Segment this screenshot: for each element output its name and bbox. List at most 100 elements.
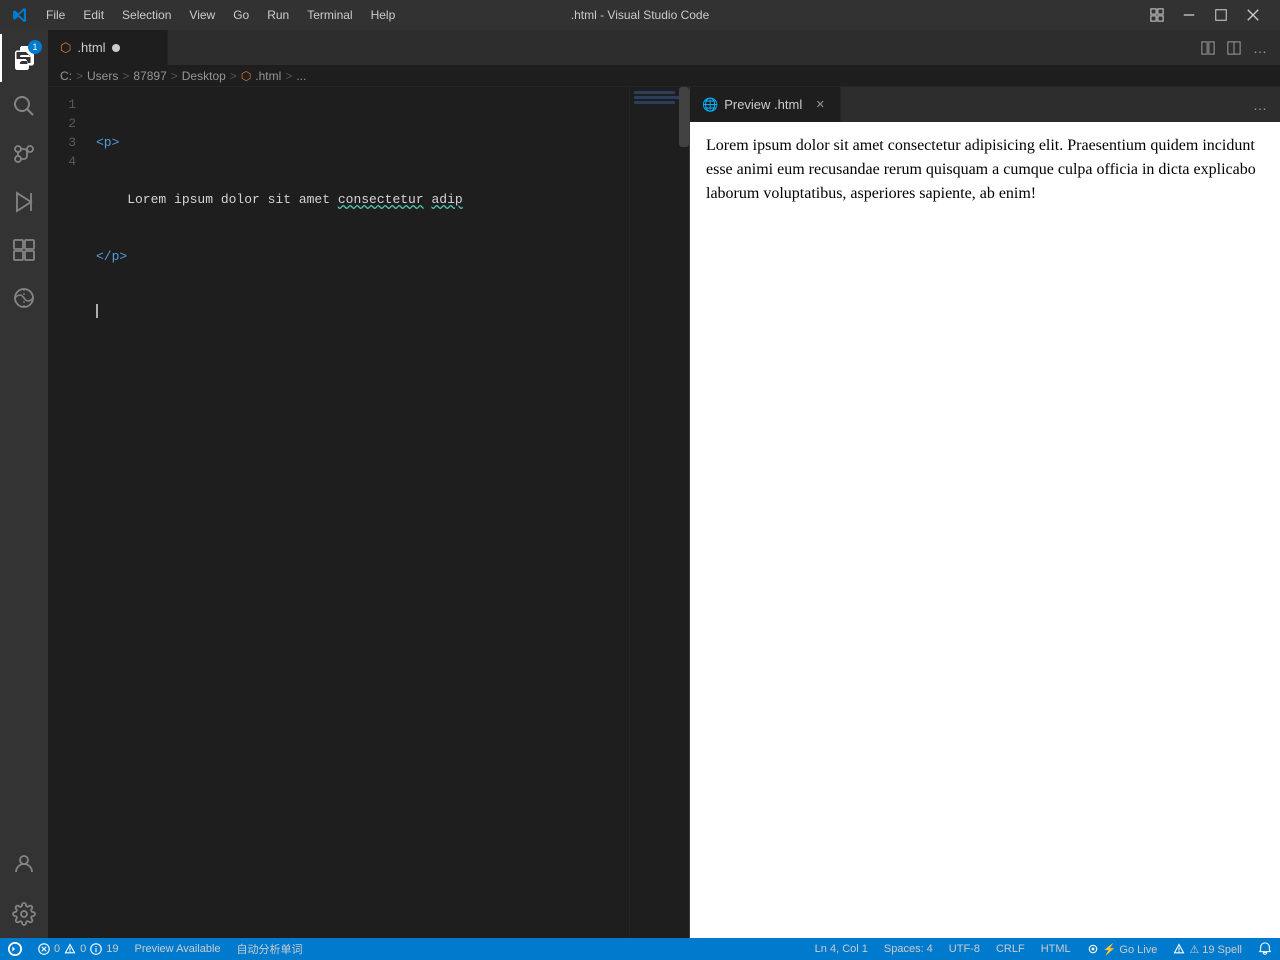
status-auto-analysis[interactable]: 自动分析单词 — [229, 938, 311, 960]
code-line-2: Lorem ipsum dolor sit amet consectetur a… — [96, 190, 629, 209]
tab-dirty-indicator — [112, 44, 120, 52]
code-line-3: </p> — [96, 247, 629, 266]
breadcrumb-filename: .html — [255, 69, 281, 83]
editor-more-button[interactable]: … — [1248, 36, 1272, 60]
menu-help[interactable]: Help — [363, 6, 404, 24]
warning-count: 0 — [80, 943, 86, 955]
minimap-line-3 — [634, 101, 675, 104]
preview-more-button[interactable]: … — [1248, 93, 1272, 117]
tabs-row: ⬡ .html … — [48, 30, 1280, 65]
source-control-icon — [12, 142, 36, 166]
maximize-button[interactable] — [1206, 0, 1236, 30]
activity-explorer[interactable]: 1 — [0, 34, 48, 82]
activity-extensions[interactable] — [0, 226, 48, 274]
search-activity-icon — [12, 94, 36, 118]
line-number-1: 1 — [48, 95, 76, 114]
html-tab-icon: ⬡ — [60, 40, 71, 56]
editor-layout-button[interactable] — [1222, 36, 1246, 60]
activity-run[interactable] — [0, 178, 48, 226]
explorer-badge: 1 — [28, 40, 42, 54]
spell-warn-icon — [1173, 943, 1185, 955]
status-spaces[interactable]: Spaces: 4 — [876, 938, 941, 960]
status-encoding[interactable]: UTF-8 — [941, 938, 988, 960]
run-icon — [12, 190, 36, 214]
tile-button[interactable] — [1142, 0, 1172, 30]
close-tag-p: </p> — [96, 247, 127, 266]
preview-tab[interactable]: 🌐 Preview .html ✕ — [690, 87, 841, 122]
status-notifications[interactable] — [1250, 938, 1280, 960]
activity-source-control[interactable] — [0, 130, 48, 178]
status-errors[interactable]: 0 0 19 — [30, 938, 127, 960]
menu-selection[interactable]: Selection — [114, 6, 179, 24]
breadcrumb-more: ... — [296, 69, 306, 83]
indentation: Spaces: 4 — [884, 943, 933, 955]
text-cursor — [96, 304, 98, 318]
status-spell[interactable]: ⚠ 19 Spell — [1165, 938, 1250, 960]
open-tag-p: <p> — [96, 133, 119, 152]
window-controls — [1142, 0, 1268, 30]
minimize-button[interactable] — [1174, 0, 1204, 30]
breadcrumb-sep4: > — [230, 69, 237, 83]
title-bar: File Edit Selection View Go Run Terminal… — [0, 0, 1280, 30]
preview-tab-title: Preview .html — [724, 97, 802, 112]
preview-available-text: Preview Available — [135, 943, 221, 955]
preview-tab-actions: … — [1248, 87, 1280, 122]
minimap-line-2 — [634, 96, 682, 99]
vertical-scrollbar[interactable] — [679, 87, 689, 938]
minimap-line-1 — [634, 91, 675, 94]
breadcrumb-sep3: > — [171, 69, 178, 83]
encoding-text: UTF-8 — [949, 943, 980, 955]
code-content[interactable]: <p> Lorem ipsum dolor sit amet consectet… — [88, 87, 629, 938]
breadcrumb-sep2: > — [122, 69, 129, 83]
status-golive[interactable]: ⚡ Go Live — [1079, 938, 1166, 960]
code-editor[interactable]: 1 2 3 4 <p> Lorem ipsum dolor sit amet c… — [48, 87, 689, 938]
editor-area: ⬡ .html … C: > Users > 87897 > Desktop — [48, 30, 1280, 938]
account-icon — [12, 852, 36, 876]
window-title: .html - Visual Studio Code — [571, 8, 710, 22]
breadcrumb-sep5: > — [285, 69, 292, 83]
status-right: Ln 4, Col 1 Spaces: 4 UTF-8 CRLF HTML ⚡ … — [807, 938, 1280, 960]
line-number-3: 3 — [48, 133, 76, 152]
activity-account[interactable] — [0, 842, 48, 890]
breadcrumb-users: Users — [87, 69, 118, 83]
line-numbers: 1 2 3 4 — [48, 87, 88, 938]
split-pane: 1 2 3 4 <p> Lorem ipsum dolor sit amet c… — [48, 87, 1280, 938]
spell-count: ⚠ 19 Spell — [1189, 943, 1242, 956]
activity-bar: 1 — [0, 30, 48, 938]
minimap — [629, 87, 689, 938]
activity-search[interactable] — [0, 82, 48, 130]
info-count: 19 — [106, 943, 118, 955]
status-remote[interactable] — [0, 938, 30, 960]
activity-settings[interactable] — [0, 890, 48, 938]
remote-status-icon — [8, 942, 22, 956]
lorem-text: Lorem ipsum dolor sit amet consectetur a… — [96, 190, 463, 209]
menu-go[interactable]: Go — [225, 6, 257, 24]
preview-pane: 🌐 Preview .html ✕ … Lorem ipsum dolor si… — [690, 87, 1280, 938]
preview-content: Lorem ipsum dolor sit amet consectetur a… — [690, 122, 1280, 938]
activity-remote[interactable] — [0, 274, 48, 322]
menu-file[interactable]: File — [38, 6, 73, 24]
close-button[interactable] — [1238, 0, 1268, 30]
golive-icon — [1087, 943, 1099, 955]
editor-tab-html[interactable]: ⬡ .html — [48, 30, 168, 65]
line-ending-text: CRLF — [996, 943, 1025, 955]
menu-view[interactable]: View — [181, 6, 223, 24]
preview-tab-close[interactable]: ✕ — [812, 97, 828, 113]
error-count: 0 — [54, 943, 60, 955]
status-left: 0 0 19 Preview Available 自动分析单词 — [0, 938, 311, 960]
split-editor-button[interactable] — [1196, 36, 1220, 60]
line-number-2: 2 — [48, 114, 76, 133]
menu-run[interactable]: Run — [259, 6, 297, 24]
breadcrumb-user: 87897 — [133, 69, 166, 83]
extensions-icon — [12, 238, 36, 262]
status-language[interactable]: HTML — [1033, 938, 1079, 960]
main-area: 1 ⬡ .html — [0, 30, 1280, 938]
line-number-4: 4 — [48, 152, 76, 171]
status-position[interactable]: Ln 4, Col 1 — [807, 938, 876, 960]
menu-terminal[interactable]: Terminal — [299, 6, 360, 24]
vscode-logo-icon — [12, 7, 28, 23]
tab-filename: .html — [77, 40, 105, 55]
status-line-ending[interactable]: CRLF — [988, 938, 1033, 960]
status-preview-available[interactable]: Preview Available — [127, 938, 229, 960]
menu-edit[interactable]: Edit — [75, 6, 112, 24]
